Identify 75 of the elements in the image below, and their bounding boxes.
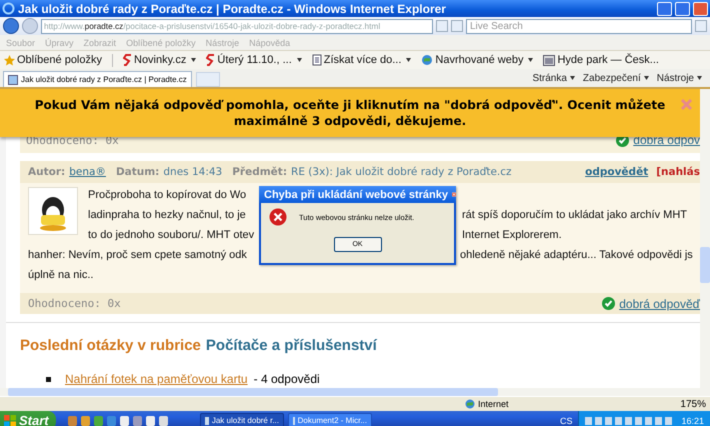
horizontal-scrollbar[interactable] — [0, 388, 710, 396]
address-field[interactable]: http://www.poradte.cz/pocitace-a-prislusenstvi/16540-jak-ulozit-dobre-rady-z-poradtecz.html — [41, 18, 433, 34]
post-text: rát spíš doporučím to ukládat jako archív MHT — [462, 208, 687, 220]
caret-icon — [191, 58, 196, 62]
date-label: Datum: — [116, 166, 160, 178]
globe-icon — [465, 399, 475, 409]
section-heading: Poslední otázky v rubrice — [20, 337, 201, 354]
post-text: Pročproboha to kopírovat do Wo — [88, 188, 248, 200]
date-text: dnes 14:43 — [163, 166, 222, 178]
answer-count: - 4 odpovědi — [254, 372, 320, 386]
favorites-button[interactable]: Oblíbené položky — [4, 54, 102, 66]
subject-label: Předmět: — [232, 166, 288, 178]
caret-icon — [406, 58, 412, 62]
favorite-link[interactable]: Úterý 11.10., ... — [206, 54, 302, 66]
language-indicator[interactable]: CS — [560, 416, 572, 426]
caret-icon — [296, 58, 302, 62]
post-text: ohledeně nějaké adaptéru... Takové odpovědi js — [460, 248, 693, 260]
taskbar-button[interactable]: Jak uložit dobré r... — [200, 412, 284, 426]
post-text: ladinpraha to hezky načnul, to je — [88, 208, 247, 220]
notice-text: Pokud Vám nějaká odpověď pomohla, oceňte ji kliknutím na "dobrá odpověď". Ocenit můžete maximálně 3 odpovědi, děkujeme. — [34, 97, 666, 129]
close-button[interactable] — [693, 2, 708, 16]
clock: 16:21 — [681, 416, 704, 426]
back-button[interactable] — [3, 18, 19, 34]
s-logo-icon — [206, 54, 216, 66]
subject-text: RE (3x): Jak uložit dobré rady z Poraďte.cz — [291, 166, 512, 178]
reply-link[interactable]: odpovědět — [585, 166, 648, 178]
browser-tab[interactable]: Jak uložit dobré rady z Poraďte.cz | Poradte.cz — [3, 71, 192, 87]
vertical-scrollbar[interactable] — [700, 89, 710, 388]
author-label: Autor: — [28, 166, 66, 178]
caret-icon — [644, 76, 649, 80]
start-button[interactable]: Start — [0, 411, 56, 426]
caret-icon — [697, 76, 702, 80]
rating-text: Ohodnoceno: 0x — [28, 297, 121, 310]
post-text: to do jednoho souboru/. MHT otev — [88, 228, 256, 240]
new-tab-button[interactable] — [196, 72, 220, 87]
flag-icon — [4, 414, 16, 426]
category-heading: Počítače a příslušenství — [206, 337, 377, 354]
page-icon — [312, 54, 322, 66]
globe-icon — [421, 54, 434, 66]
refresh-button[interactable] — [436, 20, 448, 32]
favorite-link[interactable]: Získat více do... — [312, 54, 412, 66]
caret-icon — [570, 76, 575, 80]
search-field[interactable]: Live Search — [466, 18, 692, 34]
stop-button[interactable] — [451, 20, 463, 32]
report-link[interactable]: [nahlás — [656, 166, 700, 178]
post-text: úplně na nic.. — [28, 268, 94, 280]
close-icon[interactable] — [681, 99, 692, 110]
post-text: hanher: Nevím, proč sem cpete samotný odk — [28, 248, 248, 260]
s-logo-icon — [123, 54, 132, 66]
window-title: Jak uložit dobré rady z Poraďte.cz | Poradte.cz - Windows Internet Explorer — [18, 2, 447, 16]
zoom-level[interactable]: 175% — [680, 398, 706, 410]
post-text: Internet Explorerem. — [462, 228, 562, 240]
security-zone: Internet — [478, 399, 509, 409]
command-menu[interactable]: Zabezpečení — [582, 72, 649, 84]
browser-icon — [2, 2, 15, 15]
search-button[interactable] — [695, 20, 707, 32]
window-icon — [543, 54, 556, 66]
taskbar-button[interactable]: Dokument2 - Micr... — [288, 412, 372, 426]
favorite-link[interactable]: Novinky.cz — [123, 54, 196, 66]
command-menu[interactable]: Stránka — [532, 72, 575, 84]
maximize-button[interactable] — [675, 2, 690, 16]
favorite-link[interactable]: Navrhované weby — [421, 54, 534, 66]
error-icon — [269, 208, 287, 226]
page-icon — [8, 74, 18, 84]
question-link[interactable]: Nahrání fotek na paměťovou kartu — [65, 372, 248, 386]
good-answer-link[interactable]: dobrá odpověď — [619, 296, 700, 310]
command-menu[interactable]: Nástroje — [656, 72, 702, 84]
avatar — [28, 187, 78, 235]
dialog-title: Chyba při ukládání webové stránky — [264, 188, 448, 200]
minimize-button[interactable] — [657, 2, 672, 16]
star-icon — [4, 54, 15, 66]
check-icon — [602, 297, 616, 310]
author-link[interactable]: bena® — [69, 166, 106, 178]
caret-icon — [528, 58, 534, 62]
favorite-link[interactable]: Hyde park — Česk... — [543, 54, 659, 66]
